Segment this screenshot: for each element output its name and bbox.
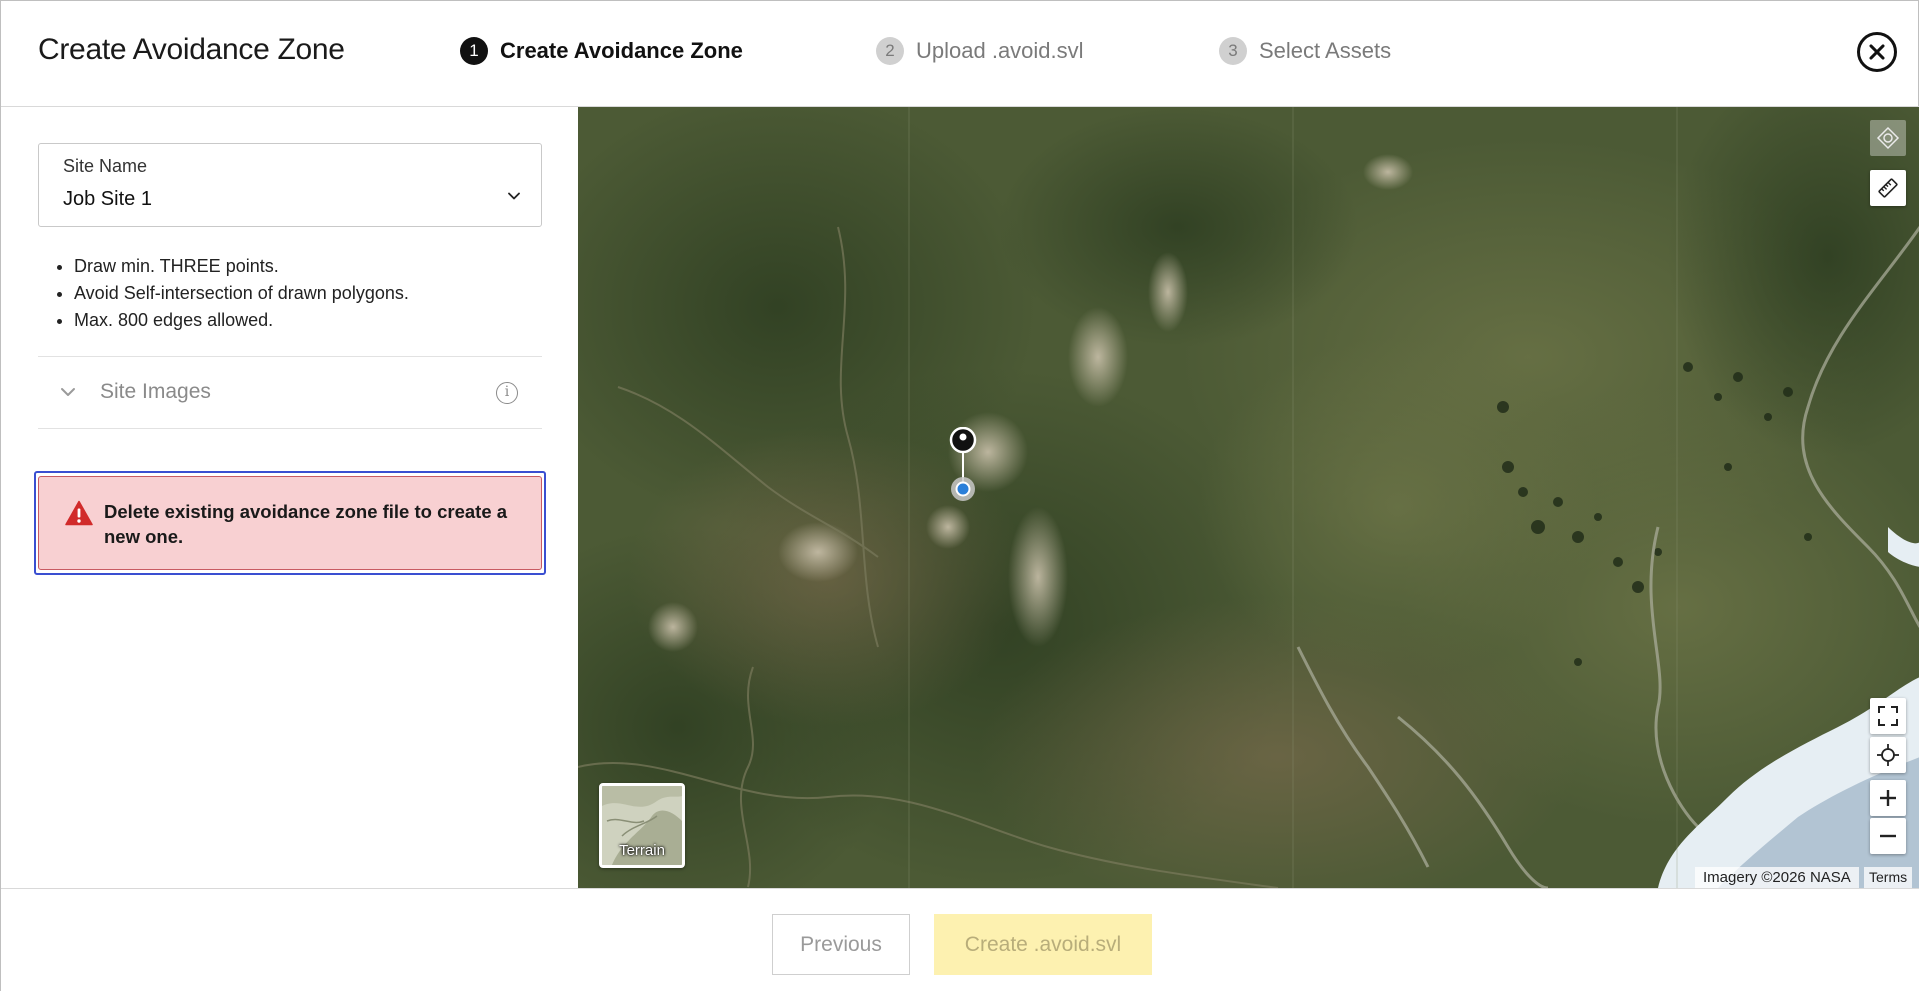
dialog-title: Create Avoidance Zone <box>38 33 345 66</box>
terrain-label: Terrain <box>619 842 665 859</box>
rule-item: Max. 800 edges allowed. <box>74 307 409 334</box>
divider <box>38 428 542 429</box>
site-name-label: Site Name <box>63 156 148 176</box>
zoom-out-icon[interactable] <box>1870 818 1906 854</box>
info-icon[interactable]: i <box>496 382 518 404</box>
left-panel: Site Name Job Site 1 Draw min. THREE poi… <box>1 108 578 888</box>
close-icon[interactable] <box>1857 32 1897 72</box>
rule-item: Draw min. THREE points. <box>74 253 409 280</box>
zoom-in-icon[interactable] <box>1870 780 1906 816</box>
previous-button[interactable]: Previous <box>772 914 910 975</box>
map-attribution: Imagery ©2026 NASA <box>1695 867 1859 888</box>
rule-item: Avoid Self-intersection of drawn polygon… <box>74 280 409 307</box>
site-name-select[interactable]: Site Name Job Site 1 <box>38 143 542 227</box>
terms-link[interactable]: Terms <box>1864 867 1913 888</box>
site-images-label: Site Images <box>100 380 211 403</box>
step-1: 1 Create Avoidance Zone <box>460 37 743 65</box>
chevron-down-icon <box>61 388 75 396</box>
map-canvas[interactable]: Terrain Imagery ©2026 NASA Terms <box>578 107 1919 888</box>
recenter-icon[interactable] <box>1870 737 1906 773</box>
step-3-number: 3 <box>1219 37 1247 65</box>
dialog-header: Create Avoidance Zone 1 Create Avoidance… <box>1 1 1919 107</box>
step-1-number: 1 <box>460 37 488 65</box>
location-pin-icon[interactable] <box>947 427 979 507</box>
step-2: 2 Upload .avoid.svl <box>876 37 1084 65</box>
alert-message: Delete existing avoidance zone file to c… <box>104 501 508 547</box>
create-avoid-svl-button[interactable]: Create .avoid.svl <box>934 914 1152 975</box>
fullscreen-icon[interactable] <box>1870 698 1906 734</box>
step-3: 3 Select Assets <box>1219 37 1391 65</box>
measure-ruler-icon[interactable] <box>1870 170 1906 206</box>
drawing-rules-list: Draw min. THREE points. Avoid Self-inter… <box>74 253 409 334</box>
step-2-label: Upload .avoid.svl <box>916 38 1084 63</box>
site-name-value: Job Site 1 <box>63 188 152 210</box>
step-3-label: Select Assets <box>1259 38 1392 63</box>
site-images-accordion[interactable]: Site Images i <box>38 357 542 428</box>
error-alert: Delete existing avoidance zone file to c… <box>38 476 542 570</box>
create-avoidance-zone-dialog: Create Avoidance Zone 1 Create Avoidance… <box>0 0 1919 992</box>
step-1-label: Create Avoidance Zone <box>500 38 743 63</box>
dialog-footer: Previous Create .avoid.svl <box>1 888 1919 992</box>
satellite-imagery <box>578 107 1919 888</box>
terrain-toggle-button[interactable]: Terrain <box>599 783 685 868</box>
warning-icon <box>65 500 93 526</box>
chevron-down-icon <box>508 192 520 200</box>
step-2-number: 2 <box>876 37 904 65</box>
satellite-toggle-icon[interactable] <box>1870 120 1906 156</box>
